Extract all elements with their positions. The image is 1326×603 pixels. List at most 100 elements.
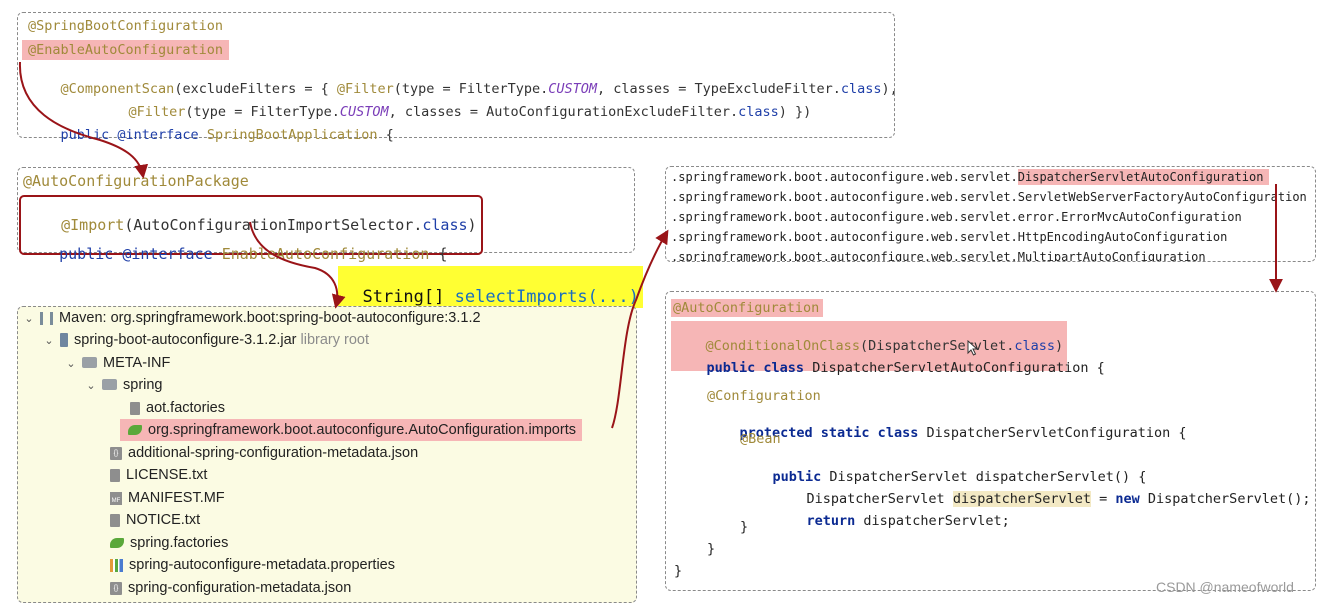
imports-prefix: .springframework.boot.autoconfigure.web.… xyxy=(671,170,1018,184)
tree-item-manifest[interactable]: MF MANIFEST.MF xyxy=(110,487,225,509)
return-value: dispatcherServlet; xyxy=(855,513,1010,529)
tree-item-label: org.springframework.boot.autoconfigure.A… xyxy=(148,422,576,438)
tree-item-label: spring xyxy=(123,377,163,393)
public-class-keyword: public class xyxy=(706,360,813,376)
json-file-icon: {} xyxy=(110,446,122,460)
tree-item-label: LICENSE.txt xyxy=(126,467,208,483)
library-root-hint: library root xyxy=(300,332,370,348)
chevron-down-icon[interactable]: ⌄ xyxy=(86,375,96,397)
select-imports-label: String[] selectImports(...) xyxy=(338,266,643,308)
tree-item-autoconfigure-metadata-properties[interactable]: spring-autoconfigure-metadata.properties xyxy=(110,554,395,576)
imports-line: .springframework.boot.autoconfigure.web.… xyxy=(671,250,1206,262)
jar-icon xyxy=(60,333,68,348)
folder-icon xyxy=(82,356,97,368)
tree-item-meta-inf[interactable]: ⌄ META-INF xyxy=(66,352,170,374)
class-keyword: class xyxy=(840,81,882,97)
tree-item-spring-factories[interactable]: spring.factories xyxy=(110,532,228,554)
enableautoconfiguration-name: EnableAutoConfiguration xyxy=(221,245,430,263)
springbootapplication-name: SpringBootApplication xyxy=(206,127,378,143)
tree-item-jar[interactable]: ⌄ spring-boot-autoconfigure-3.1.2.jar lib… xyxy=(44,329,369,351)
tree-item-maven-library[interactable]: ⌄ Maven: org.springframework.boot:spring-… xyxy=(24,307,481,330)
imports-class-name: MultipartAutoConfiguration xyxy=(1017,250,1206,262)
string-array-type: String[] xyxy=(362,287,455,307)
imports-prefix: .springframework.boot.autoconfigure.web.… xyxy=(671,230,1018,244)
tree-item-spring-folder[interactable]: ⌄ spring xyxy=(86,374,163,397)
componentscan-end: ), xyxy=(881,81,898,97)
spring-leaf-icon xyxy=(110,538,124,549)
annotation-autoconfigurationpackage: @AutoConfigurationPackage xyxy=(23,172,249,190)
library-icon xyxy=(40,311,53,325)
folder-icon xyxy=(102,378,117,390)
tree-item-label: spring-autoconfigure-metadata.properties xyxy=(129,557,395,573)
inner-class-name: DispatcherServletConfiguration { xyxy=(926,425,1187,441)
imports-class-name: error.ErrorMvcAutoConfiguration xyxy=(1017,210,1242,224)
properties-file-icon xyxy=(110,558,123,572)
chevron-down-icon[interactable]: ⌄ xyxy=(66,353,76,375)
imports-class-name: ServletWebServerFactoryAutoConfiguration xyxy=(1017,190,1307,204)
springbootapplication-decl: public @interface SpringBootApplication … xyxy=(28,111,394,159)
tree-item-aot-factories[interactable]: aot.factories xyxy=(130,397,225,419)
file-icon xyxy=(110,468,120,482)
manifest-file-icon: MF xyxy=(110,491,122,505)
project-tree-panel: ⌄ Maven: org.springframework.boot:spring-… xyxy=(17,306,637,603)
constructor-call: DispatcherServlet(); xyxy=(1139,491,1311,507)
imports-line: .springframework.boot.autoconfigure.web.… xyxy=(671,230,1227,244)
return-keyword: return xyxy=(806,513,856,529)
filter-classes: , classes = AutoConfigurationExcludeFilt… xyxy=(388,104,739,120)
tree-item-label: spring-configuration-metadata.json xyxy=(128,580,352,596)
closing-brace: } xyxy=(740,519,749,535)
tree-item-label: META-INF xyxy=(103,355,171,371)
tree-item-license[interactable]: LICENSE.txt xyxy=(110,464,207,486)
closing-brace: } xyxy=(707,541,716,557)
autoconfiguration-imports-content-panel: .springframework.boot.autoconfigure.web.… xyxy=(665,166,1316,262)
enableautoconfiguration-code-panel: @AutoConfigurationPackage @Import(AutoCo… xyxy=(17,167,635,263)
annotation-springbootconfiguration: @SpringBootConfiguration xyxy=(28,18,224,34)
tree-item-label: spring.factories xyxy=(130,535,229,551)
open-brace: { xyxy=(377,127,394,143)
tree-item-label: additional-spring-configuration-metadata… xyxy=(128,445,419,461)
new-keyword: new xyxy=(1115,491,1140,507)
class-keyword: class xyxy=(738,104,779,120)
open-brace: { xyxy=(429,245,448,263)
chevron-down-icon[interactable]: ⌄ xyxy=(24,308,34,330)
dispatcherservlet-autoconfiguration-panel: @AutoConfiguration @ConditionalOnClass(D… xyxy=(665,291,1316,591)
watermark: CSDN @nameofworld xyxy=(1156,579,1294,595)
imports-line: .springframework.boot.autoconfigure.web.… xyxy=(671,210,1242,224)
annotation-autoconfiguration: @AutoConfiguration xyxy=(671,299,824,317)
annotation-bean: @Bean xyxy=(740,431,781,447)
springbootapplication-code-panel: @SpringBootConfiguration @EnableAutoConf… xyxy=(17,12,898,143)
chevron-down-icon[interactable]: ⌄ xyxy=(44,330,54,352)
closing-brace: } xyxy=(674,563,683,579)
imports-prefix: .springframework.boot.autoconfigure.web.… xyxy=(671,190,1018,204)
imports-prefix: .springframework.boot.autoconfigure.web.… xyxy=(671,250,1018,262)
imports-class-name: DispatcherServletAutoConfiguration xyxy=(1017,169,1270,185)
select-imports-method: selectImports(...) xyxy=(454,287,639,307)
return-line: return dispatcherServlet; xyxy=(774,497,1010,545)
tree-item-notice[interactable]: NOTICE.txt xyxy=(110,509,200,531)
imports-prefix: .springframework.boot.autoconfigure.web.… xyxy=(671,210,1018,224)
public-interface-keyword: public @interface xyxy=(59,245,222,263)
imports-line: .springframework.boot.autoconfigure.web.… xyxy=(671,169,1270,185)
tree-item-label: NOTICE.txt xyxy=(126,512,201,528)
mouse-cursor-icon xyxy=(967,340,979,356)
spring-leaf-icon xyxy=(128,425,142,436)
assign-operator: = xyxy=(1091,491,1116,507)
annotation-configuration: @Configuration xyxy=(707,388,821,404)
tree-item-label: spring-boot-autoconfigure-3.1.2.jar xyxy=(74,332,297,348)
import-close: ) xyxy=(467,216,477,234)
tree-item-additional-metadata-json[interactable]: {} additional-spring-configuration-metada… xyxy=(110,442,418,464)
tree-item-label: aot.factories xyxy=(146,400,225,416)
public-interface-keyword: public @interface xyxy=(60,127,207,143)
class-declaration: public class DispatcherServletAutoConfig… xyxy=(674,344,1105,392)
class-name: DispatcherServletAutoConfiguration { xyxy=(812,360,1105,376)
tree-item-label: MANIFEST.MF xyxy=(128,490,225,506)
file-icon xyxy=(130,401,140,415)
file-icon xyxy=(110,513,120,527)
imports-line: .springframework.boot.autoconfigure.web.… xyxy=(671,190,1307,204)
tree-item-label: Maven: org.springframework.boot:spring-b… xyxy=(59,310,481,326)
tree-item-autoconfiguration-imports[interactable]: org.springframework.boot.autoconfigure.A… xyxy=(120,419,582,441)
annotation-enableautoconfiguration: @EnableAutoConfiguration xyxy=(22,40,230,60)
json-file-icon: {} xyxy=(110,581,122,595)
tree-item-configuration-metadata-json[interactable]: {} spring-configuration-metadata.json xyxy=(110,577,351,599)
imports-class-name: HttpEncodingAutoConfiguration xyxy=(1017,230,1228,244)
